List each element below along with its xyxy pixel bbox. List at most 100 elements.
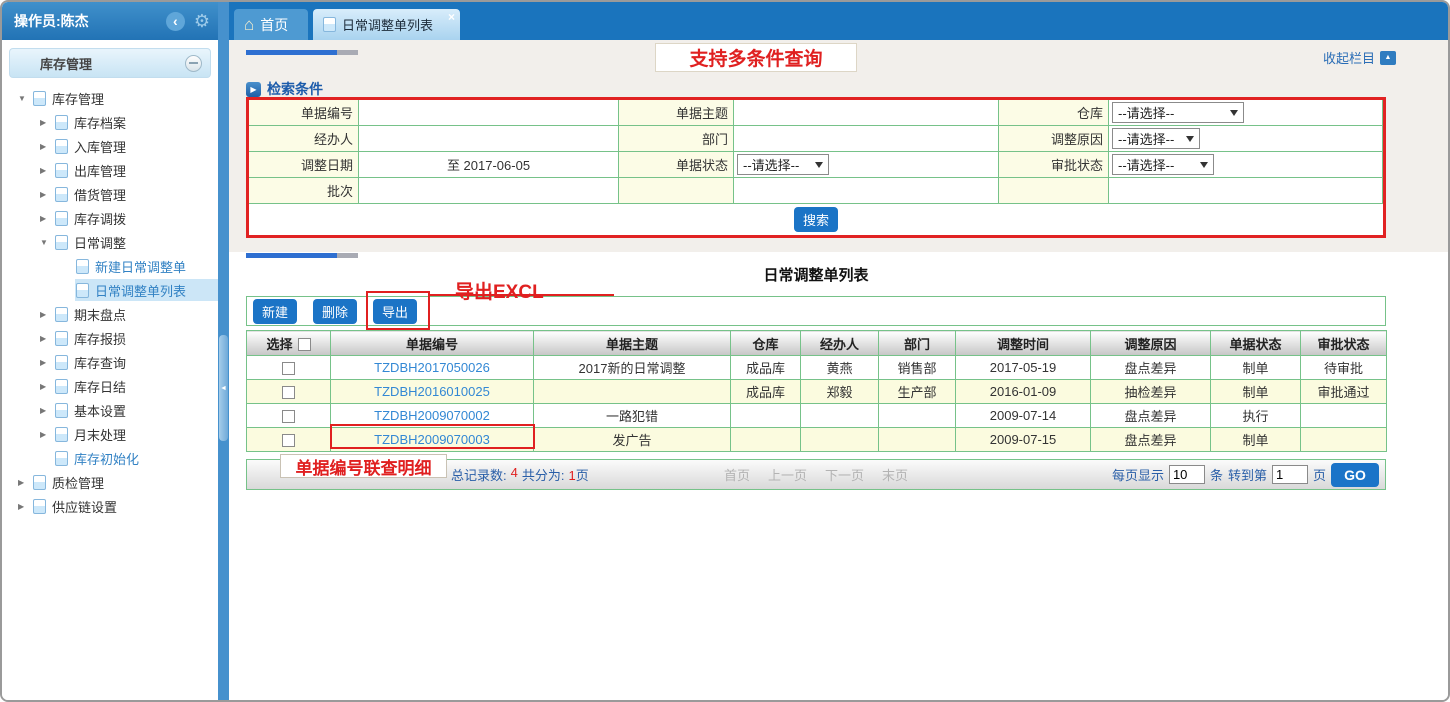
- collapsed-arrow-icon[interactable]: ▶: [18, 478, 32, 487]
- subject-input[interactable]: [737, 103, 995, 123]
- collapsed-arrow-icon[interactable]: ▶: [40, 142, 54, 151]
- minimize-panel-icon[interactable]: [185, 55, 202, 72]
- sidebar-panel-header[interactable]: 库存管理: [9, 48, 211, 78]
- tree-item-qc-mgmt[interactable]: ▶质检管理: [2, 470, 218, 494]
- go-button[interactable]: GO: [1331, 463, 1379, 487]
- home-icon: ⌂: [244, 16, 254, 33]
- section-divider: [246, 50, 358, 55]
- reason-select[interactable]: --请选择--: [1112, 128, 1200, 149]
- goto-page-input[interactable]: [1272, 465, 1308, 484]
- collapsed-arrow-icon[interactable]: ▶: [18, 502, 32, 511]
- order-no-link[interactable]: TZDBH2017050026: [374, 360, 490, 375]
- table-row: TZDBH2009070003 发广告 2009-07-15 盘点差异 制单: [247, 428, 1387, 452]
- sidebar-header: 操作员:陈杰 ‹ ⚙: [2, 2, 218, 40]
- label-batch: 批次: [249, 178, 359, 204]
- tree-item-transfer[interactable]: ▶库存调拨: [2, 206, 218, 230]
- select-all-checkbox[interactable]: [298, 338, 311, 351]
- delete-button[interactable]: 删除: [313, 299, 357, 324]
- tree-item-init[interactable]: 库存初始化: [2, 446, 218, 470]
- warehouse-select[interactable]: --请选择--: [1112, 102, 1244, 123]
- tree-item-loss[interactable]: ▶库存报损: [2, 326, 218, 350]
- date-to-field[interactable]: 至 2017-06-05: [447, 155, 530, 174]
- next-page-link[interactable]: 下一页: [825, 465, 864, 484]
- collapsed-arrow-icon[interactable]: ▶: [40, 334, 54, 343]
- tab-home[interactable]: ⌂ 首页: [234, 9, 308, 40]
- collapsed-arrow-icon[interactable]: ▶: [40, 166, 54, 175]
- tree-item-query[interactable]: ▶库存查询: [2, 350, 218, 374]
- collapse-section-link[interactable]: 收起栏目 ▲: [1323, 48, 1396, 67]
- tree-item-inbound[interactable]: ▶入库管理: [2, 134, 218, 158]
- gear-icon[interactable]: ⚙: [194, 12, 210, 30]
- section-divider: [246, 253, 358, 258]
- doc-icon: [55, 307, 68, 322]
- collapsed-arrow-icon[interactable]: ▶: [40, 310, 54, 319]
- doc-icon: [55, 427, 68, 442]
- annotation-multi-query: 支持多条件查询: [655, 43, 857, 72]
- last-page-link[interactable]: 末页: [882, 465, 908, 484]
- tree-item-month-end[interactable]: ▶月末处理: [2, 422, 218, 446]
- tree-item-inventory-mgmt[interactable]: ▼库存管理: [2, 86, 218, 110]
- order-no-input[interactable]: [362, 103, 615, 123]
- record-summary: 总记录数:4 共分为:1页: [451, 465, 589, 484]
- page-count: 1: [568, 468, 575, 483]
- order-no-link[interactable]: TZDBH2009070003: [374, 432, 490, 447]
- tree-item-archive[interactable]: ▶库存档案: [2, 110, 218, 134]
- row-checkbox[interactable]: [282, 386, 295, 399]
- expanded-arrow-icon[interactable]: ▼: [40, 238, 54, 247]
- label-warehouse: 仓库: [999, 100, 1109, 126]
- tree-item-basic-settings[interactable]: ▶基本设置: [2, 398, 218, 422]
- total-count: 4: [511, 465, 518, 484]
- order-no-link[interactable]: TZDBH2016010025: [374, 384, 490, 399]
- tree-item-new-daily-adjust[interactable]: 新建日常调整单: [2, 254, 218, 278]
- nav-tree: ▼库存管理 ▶库存档案 ▶入库管理 ▶出库管理 ▶借货管理 ▶库存调拨 ▼日常调…: [2, 86, 218, 518]
- collapsed-arrow-icon[interactable]: ▶: [40, 190, 54, 199]
- collapsed-arrow-icon[interactable]: ▶: [40, 430, 54, 439]
- doc-icon: [55, 355, 68, 370]
- label-reason: 调整原因: [999, 126, 1109, 152]
- tree-item-outbound[interactable]: ▶出库管理: [2, 158, 218, 182]
- doc-icon: [55, 235, 68, 250]
- collapsed-arrow-icon[interactable]: ▶: [40, 406, 54, 415]
- pager-controls: 每页显示 条 转到第 页 GO: [1112, 463, 1385, 487]
- expanded-arrow-icon[interactable]: ▼: [18, 94, 32, 103]
- tree-item-daily-adjust-list[interactable]: 日常调整单列表: [2, 278, 218, 302]
- row-checkbox[interactable]: [282, 362, 295, 375]
- doc-icon: [55, 379, 68, 394]
- order-status-select[interactable]: --请选择--: [737, 154, 829, 175]
- first-page-link[interactable]: 首页: [724, 465, 750, 484]
- tree-item-daily-adjust[interactable]: ▼日常调整: [2, 230, 218, 254]
- collapsed-arrow-icon[interactable]: ▶: [40, 382, 54, 391]
- collapsed-arrow-icon[interactable]: ▶: [40, 214, 54, 223]
- doc-icon: [55, 211, 68, 226]
- export-button[interactable]: 导出: [373, 299, 417, 324]
- splitter-handle[interactable]: ◄: [219, 335, 228, 441]
- doc-icon: [55, 139, 68, 154]
- per-page-input[interactable]: [1169, 465, 1205, 484]
- prev-page-link[interactable]: 上一页: [768, 465, 807, 484]
- new-button[interactable]: 新建: [253, 299, 297, 324]
- approval-status-select[interactable]: --请选择--: [1112, 154, 1214, 175]
- order-no-link[interactable]: TZDBH2009070002: [374, 408, 490, 423]
- handler-input[interactable]: [362, 129, 615, 149]
- label-order-status: 单据状态: [619, 152, 734, 178]
- doc-icon: [33, 475, 46, 490]
- row-checkbox[interactable]: [282, 410, 295, 423]
- operator-label: 操作员:陈杰: [14, 11, 166, 31]
- close-tab-icon[interactable]: ×: [448, 10, 455, 24]
- collapse-left-icon: ◄: [220, 385, 227, 392]
- tree-item-daily-close[interactable]: ▶库存日结: [2, 374, 218, 398]
- pagination-bar: 总记录数:4 共分为:1页 首页 上一页 下一页 末页 每页显示 条 转到第 页…: [246, 459, 1386, 490]
- search-button[interactable]: 搜索: [794, 207, 838, 232]
- tree-item-stocktake[interactable]: ▶期末盘点: [2, 302, 218, 326]
- batch-input[interactable]: [362, 181, 615, 201]
- tree-item-supply-chain[interactable]: ▶供应链设置: [2, 494, 218, 518]
- row-checkbox[interactable]: [282, 434, 295, 447]
- collapse-sidebar-icon[interactable]: ‹: [166, 12, 185, 31]
- sidebar: 操作员:陈杰 ‹ ⚙ 库存管理 ▼库存管理 ▶库存档案 ▶入库管理 ▶出库管理 …: [2, 2, 218, 700]
- tab-bar: ⌂ 首页 日常调整单列表 ×: [229, 2, 1448, 40]
- tab-daily-adjust-list[interactable]: 日常调整单列表 ×: [313, 9, 460, 40]
- collapsed-arrow-icon[interactable]: ▶: [40, 118, 54, 127]
- tree-item-borrow[interactable]: ▶借货管理: [2, 182, 218, 206]
- collapsed-arrow-icon[interactable]: ▶: [40, 358, 54, 367]
- dept-input[interactable]: [737, 129, 995, 149]
